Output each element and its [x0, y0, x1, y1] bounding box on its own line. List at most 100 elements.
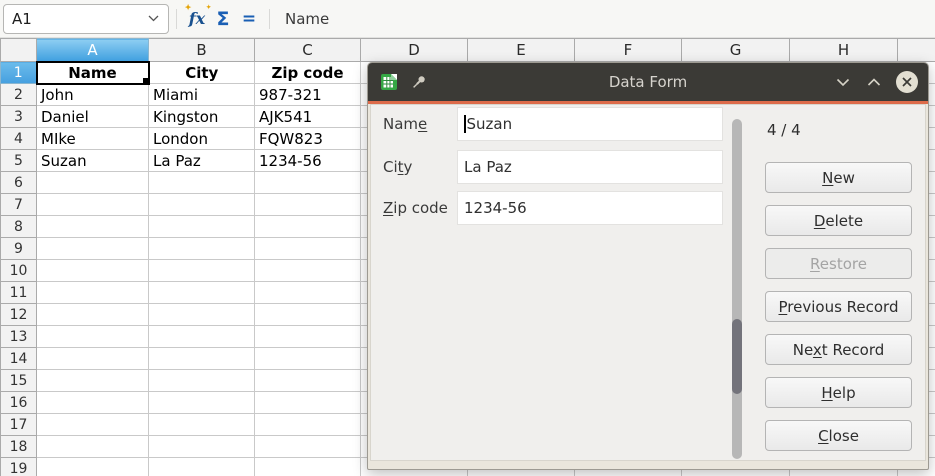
column-header-B[interactable]: B: [149, 39, 255, 62]
cell-B16[interactable]: [149, 392, 255, 414]
row-header-12[interactable]: 12: [1, 304, 37, 326]
roll-up-icon[interactable]: [865, 73, 883, 91]
row-header-15[interactable]: 15: [1, 370, 37, 392]
cell-B5[interactable]: La Paz: [149, 150, 255, 172]
cell-C15[interactable]: [255, 370, 361, 392]
cell-B10[interactable]: [149, 260, 255, 282]
cell-C12[interactable]: [255, 304, 361, 326]
cell-B11[interactable]: [149, 282, 255, 304]
cell-C18[interactable]: [255, 436, 361, 458]
row-header-6[interactable]: 6: [1, 172, 37, 194]
cell-B4[interactable]: London: [149, 128, 255, 150]
column-header-F[interactable]: F: [575, 39, 682, 62]
cell-A7[interactable]: [37, 194, 149, 216]
cell-A10[interactable]: [37, 260, 149, 282]
cell-C14[interactable]: [255, 348, 361, 370]
dialog-titlebar[interactable]: Data Form: [368, 63, 928, 101]
roll-down-icon[interactable]: [834, 73, 852, 91]
column-header-G[interactable]: G: [682, 39, 790, 62]
cell-A18[interactable]: [37, 436, 149, 458]
row-header-18[interactable]: 18: [1, 436, 37, 458]
cell-A17[interactable]: [37, 414, 149, 436]
cell-C11[interactable]: [255, 282, 361, 304]
equals-formula-icon[interactable]: =: [236, 6, 262, 32]
cell-B8[interactable]: [149, 216, 255, 238]
cell-B1[interactable]: City: [149, 62, 255, 84]
name-input[interactable]: Suzan: [457, 107, 723, 141]
cell-A13[interactable]: [37, 326, 149, 348]
close-icon[interactable]: [896, 71, 918, 93]
column-header-D[interactable]: D: [361, 39, 468, 62]
city-input[interactable]: La Paz: [457, 150, 723, 184]
column-header-C[interactable]: C: [255, 39, 361, 62]
cell-A16[interactable]: [37, 392, 149, 414]
row-header-8[interactable]: 8: [1, 216, 37, 238]
cell-C8[interactable]: [255, 216, 361, 238]
sum-icon[interactable]: Σ: [210, 6, 236, 32]
cell-C9[interactable]: [255, 238, 361, 260]
cell-B7[interactable]: [149, 194, 255, 216]
cell-C1[interactable]: Zip code: [255, 62, 361, 84]
cell-C17[interactable]: [255, 414, 361, 436]
cell-C6[interactable]: [255, 172, 361, 194]
cell-C3[interactable]: AJK541: [255, 106, 361, 128]
cell-A4[interactable]: MIke: [37, 128, 149, 150]
cell-B9[interactable]: [149, 238, 255, 260]
column-header-E[interactable]: E: [468, 39, 575, 62]
cell-B14[interactable]: [149, 348, 255, 370]
row-header-7[interactable]: 7: [1, 194, 37, 216]
dialog-scrollbar[interactable]: [732, 119, 742, 459]
pin-icon[interactable]: [410, 73, 428, 91]
dialog-scrollbar-thumb[interactable]: [732, 319, 742, 394]
cell-B2[interactable]: Miami: [149, 84, 255, 106]
cell-B19[interactable]: [149, 458, 255, 476]
cell-C7[interactable]: [255, 194, 361, 216]
cell-A9[interactable]: [37, 238, 149, 260]
row-header-4[interactable]: 4: [1, 128, 37, 150]
row-header-5[interactable]: 5: [1, 150, 37, 172]
select-all-corner[interactable]: [1, 39, 37, 62]
row-header-10[interactable]: 10: [1, 260, 37, 282]
cell-B15[interactable]: [149, 370, 255, 392]
close-button[interactable]: Close: [765, 420, 912, 451]
cell-B12[interactable]: [149, 304, 255, 326]
row-header-14[interactable]: 14: [1, 348, 37, 370]
cell-A6[interactable]: [37, 172, 149, 194]
cell-A3[interactable]: Daniel: [37, 106, 149, 128]
cell-A11[interactable]: [37, 282, 149, 304]
cell-A19[interactable]: [37, 458, 149, 476]
cell-A1[interactable]: Name: [37, 62, 149, 84]
cell-C2[interactable]: 987-321: [255, 84, 361, 106]
cell-A15[interactable]: [37, 370, 149, 392]
row-header-11[interactable]: 11: [1, 282, 37, 304]
row-header-9[interactable]: 9: [1, 238, 37, 260]
cell-B3[interactable]: Kingston: [149, 106, 255, 128]
row-header-13[interactable]: 13: [1, 326, 37, 348]
previous-record-button[interactable]: Previous Record: [765, 291, 912, 322]
name-box-dropdown-icon[interactable]: [146, 6, 160, 32]
cell-C4[interactable]: FQW823: [255, 128, 361, 150]
cell-C19[interactable]: [255, 458, 361, 476]
cell-B6[interactable]: [149, 172, 255, 194]
name-box[interactable]: A1: [3, 4, 169, 34]
cell-B13[interactable]: [149, 326, 255, 348]
cell-C10[interactable]: [255, 260, 361, 282]
row-header-3[interactable]: 3: [1, 106, 37, 128]
row-header-19[interactable]: 19: [1, 458, 37, 476]
cell-A14[interactable]: [37, 348, 149, 370]
cell-A2[interactable]: John: [37, 84, 149, 106]
help-button[interactable]: Help: [765, 377, 912, 408]
column-header-H[interactable]: H: [790, 39, 898, 62]
cell-C5[interactable]: 1234-56: [255, 150, 361, 172]
cell-C16[interactable]: [255, 392, 361, 414]
cell-C13[interactable]: [255, 326, 361, 348]
row-header-1[interactable]: 1: [1, 62, 37, 84]
cell-B18[interactable]: [149, 436, 255, 458]
next-record-button[interactable]: Next Record: [765, 334, 912, 365]
function-wizard-icon[interactable]: fx✦✦: [184, 6, 210, 32]
row-header-16[interactable]: 16: [1, 392, 37, 414]
fill-handle[interactable]: [143, 78, 149, 84]
formula-input-line[interactable]: Name: [285, 10, 329, 28]
zip-code-input[interactable]: 1234-56: [457, 191, 723, 225]
row-header-2[interactable]: 2: [1, 84, 37, 106]
